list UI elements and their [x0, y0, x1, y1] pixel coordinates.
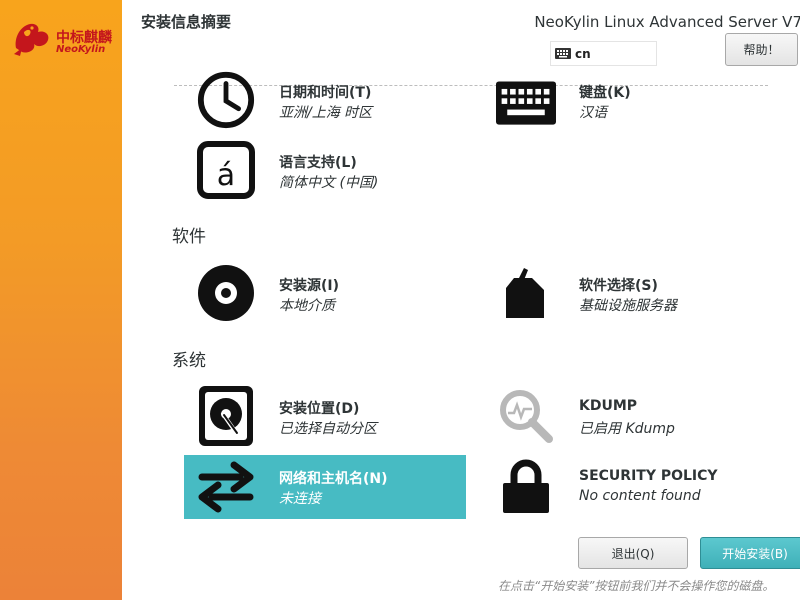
neokylin-logo: 中标麒麟 NeoKylin	[10, 18, 116, 58]
keyboard-small-icon	[555, 48, 571, 59]
keyboard-layout-value: cn	[575, 46, 591, 61]
spoke-status: 本地介质	[279, 298, 335, 314]
sidebar: 中标麒麟 NeoKylin	[0, 0, 122, 600]
spoke-network-hostname[interactable]: 网络和主机名(N) 未连接	[184, 455, 466, 519]
spoke-title: KDUMP	[579, 398, 638, 414]
disc-icon	[196, 265, 256, 321]
help-button[interactable]: 帮助！	[725, 33, 798, 66]
spoke-status: 已选择自动分区	[279, 421, 377, 437]
spoke-title: 网络和主机名(N)	[279, 471, 388, 487]
main-panel: 安装信息摘要 NeoKylin Linux Advanced Server V7…	[122, 0, 800, 600]
spoke-status: 简体中文 (中国)	[279, 175, 379, 191]
spoke-title: 软件选择(S)	[579, 278, 658, 294]
spoke-title: 日期和时间(T)	[279, 85, 372, 101]
section-software-heading: 软件	[172, 227, 206, 247]
spoke-status: 汉语	[579, 105, 607, 121]
keyboard-icon	[496, 72, 556, 128]
spoke-status: 亚洲/上海 时区	[279, 105, 373, 121]
lock-icon	[496, 459, 556, 515]
spoke-language[interactable]: á 语言支持(L) 简体中文 (中国)	[184, 138, 466, 202]
disk-warning-note: 在点击“开始安装”按钮前我们并不会操作您的磁盘。	[498, 579, 775, 593]
network-icon	[196, 459, 256, 515]
quit-button[interactable]: 退出(Q)	[578, 537, 688, 569]
page-title: 安装信息摘要	[141, 13, 232, 31]
spoke-title: 安装源(I)	[279, 278, 340, 294]
spoke-software-selection[interactable]: 软件选择(S) 基础设施服务器	[484, 261, 766, 325]
package-icon	[496, 265, 556, 321]
spoke-status: 未连接	[279, 491, 321, 507]
spoke-status: 已启用 Kdump	[579, 421, 675, 437]
spoke-install-source[interactable]: 安装源(I) 本地介质	[184, 261, 466, 325]
kdump-icon	[496, 388, 556, 444]
spoke-title: SECURITY POLICY	[579, 468, 718, 484]
svg-text:á: á	[217, 158, 235, 193]
dragon-logo-icon	[14, 23, 49, 56]
product-name: NeoKylin Linux Advanced Server V7	[534, 13, 800, 31]
spoke-kdump[interactable]: KDUMP 已启用 Kdump	[484, 384, 766, 448]
spoke-title: 语言支持(L)	[279, 155, 357, 171]
spoke-title: 键盘(K)	[579, 85, 631, 101]
spoke-datetime[interactable]: 日期和时间(T) 亚洲/上海 时区	[184, 68, 466, 132]
brand-name-en: NeoKylin	[56, 44, 106, 55]
spoke-keyboard[interactable]: 键盘(K) 汉语	[484, 68, 766, 132]
harddisk-icon	[196, 386, 256, 446]
spoke-security-policy[interactable]: SECURITY POLICY No content found	[484, 455, 766, 519]
spoke-title: 安装位置(D)	[279, 401, 360, 417]
clock-icon	[196, 71, 256, 129]
begin-installation-button[interactable]: 开始安装(B)	[700, 537, 800, 569]
keyboard-layout-indicator[interactable]: cn	[550, 41, 657, 66]
spoke-status: 基础设施服务器	[579, 298, 677, 314]
language-icon: á	[196, 141, 256, 199]
spoke-status: No content found	[579, 488, 701, 504]
spoke-install-destination[interactable]: 安装位置(D) 已选择自动分区	[184, 384, 466, 448]
section-system-heading: 系统	[172, 351, 206, 371]
